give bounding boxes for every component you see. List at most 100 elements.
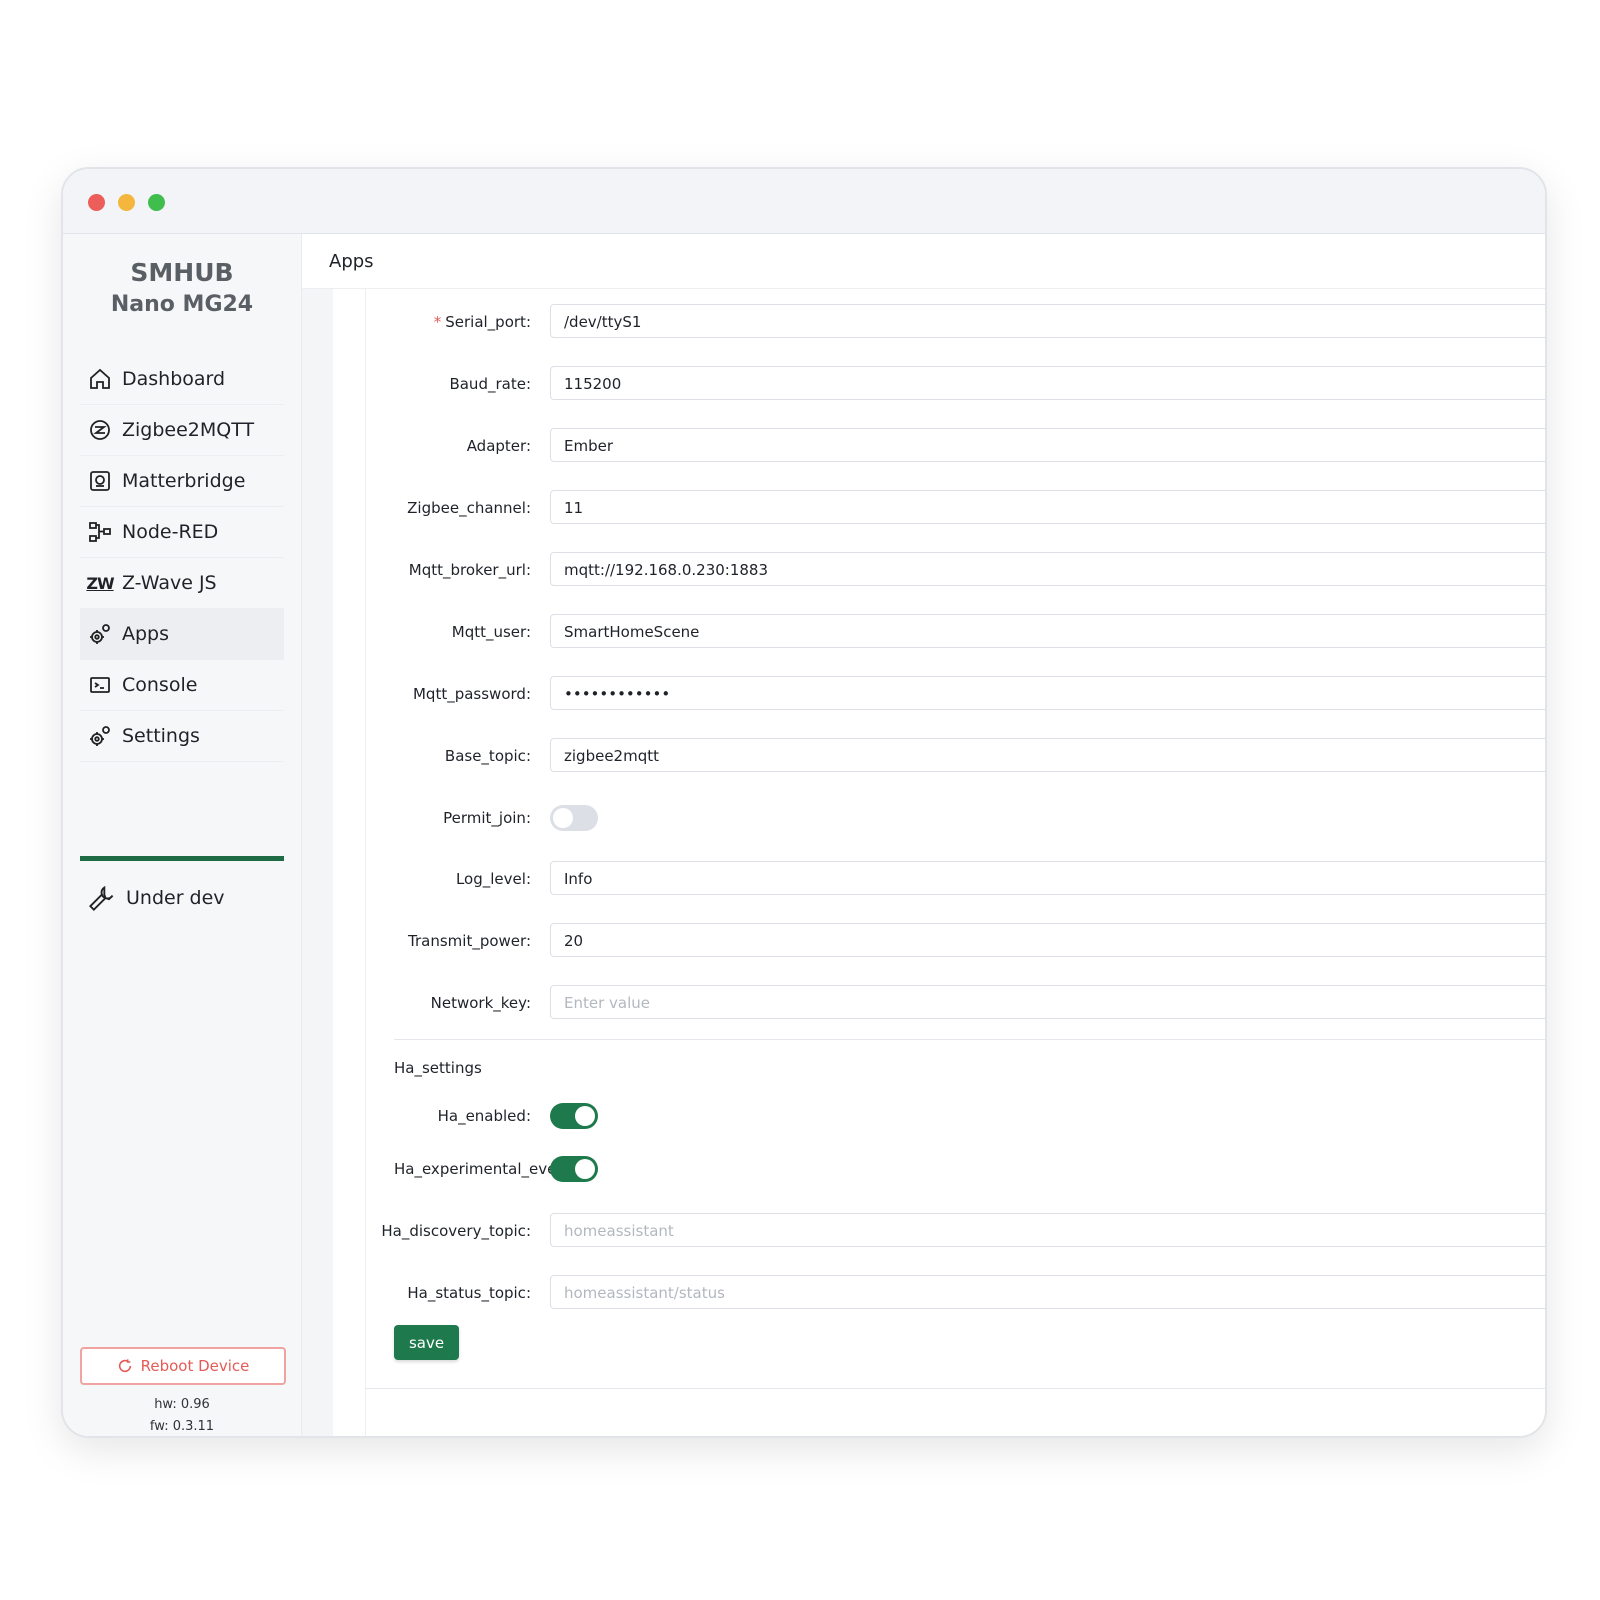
- form-row-adapter: Adapter: Ember: [302, 428, 1545, 464]
- close-window-button[interactable]: [88, 194, 105, 211]
- baud-rate-label: Baud_rate: [449, 375, 526, 393]
- baud-rate-input[interactable]: 115200: [550, 366, 1545, 400]
- network-key-input[interactable]: Enter value: [550, 985, 1545, 1019]
- form-row-permit-join: Permit_join:: [302, 800, 1545, 836]
- transmit-power-label: Transmit_power: [408, 932, 526, 950]
- field-label: Mqtt_broker_url:: [408, 561, 531, 579]
- mqtt-password-input[interactable]: ••••••••••••: [550, 676, 1545, 710]
- transmit-power-input[interactable]: 20: [550, 923, 1545, 957]
- wrench-icon: [88, 884, 116, 912]
- sidebar-item-label: Dashboard: [122, 368, 226, 390]
- zwave-icon: ZW: [86, 573, 114, 593]
- field-label: Ha_experimental_even: [394, 1151, 566, 1187]
- field-label: Ha_discovery_topic:: [381, 1222, 531, 1240]
- field-label: Zigbee_channel:: [407, 499, 531, 517]
- toggle-knob: [553, 808, 573, 828]
- mqtt-password-label: Mqtt_password: [412, 685, 526, 703]
- sidebar-item-matterbridge[interactable]: Matterbridge: [80, 456, 284, 507]
- sidebar-item-under-dev[interactable]: Under dev: [80, 874, 284, 922]
- ha-status-topic-input[interactable]: homeassistant/status: [550, 1275, 1545, 1309]
- brand-model: Nano MG24: [110, 292, 254, 317]
- sidebar-item-label: Zigbee2MQTT: [122, 419, 255, 441]
- required-marker: *: [433, 313, 442, 331]
- form-row-log-level: Log_level: Info: [302, 861, 1545, 897]
- sidebar-item-zigbee2mqtt[interactable]: Zigbee2MQTT: [80, 405, 284, 456]
- form-row-mqtt-broker-url: Mqtt_broker_url: mqtt://192.168.0.230:18…: [302, 552, 1545, 588]
- permit-join-toggle[interactable]: [550, 805, 598, 831]
- form-row-base-topic: Base_topic: zigbee2mqtt: [302, 738, 1545, 774]
- zigbee-icon: [88, 418, 112, 442]
- sidebar-item-settings[interactable]: Settings: [80, 711, 284, 762]
- reboot-device-button[interactable]: Reboot Device: [80, 1347, 286, 1385]
- node-red-icon: [88, 520, 112, 544]
- ha-discovery-topic-label: Ha_discovery_topic: [381, 1222, 526, 1240]
- field-label: Adapter:: [466, 437, 531, 455]
- sidebar-item-label: Node-RED: [122, 521, 219, 543]
- field-label: Ha_status_topic:: [407, 1284, 531, 1302]
- ha-enabled-label: Ha_enabled: [437, 1107, 526, 1125]
- ha-discovery-topic-input[interactable]: homeassistant: [550, 1213, 1545, 1247]
- form-row-mqtt-user: Mqtt_user: SmartHomeScene: [302, 614, 1545, 650]
- zigbee-channel-input[interactable]: 11: [550, 490, 1545, 524]
- field-label: Base_topic:: [444, 747, 531, 765]
- serial-port-input[interactable]: /dev/ttyS1: [550, 304, 1545, 338]
- adapter-label: Adapter: [466, 437, 526, 455]
- base-topic-input[interactable]: zigbee2mqtt: [550, 738, 1545, 772]
- form-row-mqtt-password: Mqtt_password: ••••••••••••: [302, 676, 1545, 712]
- sidebar-item-console[interactable]: Console: [80, 660, 284, 711]
- sidebar-item-label: Apps: [122, 623, 170, 645]
- mqtt-broker-url-label: Mqtt_broker_url: [408, 561, 526, 579]
- form-bottom-border: [366, 1388, 1545, 1389]
- zigbee-channel-label: Zigbee_channel: [407, 499, 526, 517]
- field-label: Permit_join:: [443, 809, 531, 827]
- console-icon: [88, 673, 112, 697]
- sidebar-item-label: Matterbridge: [122, 470, 246, 492]
- hardware-version: hw: 0.96: [154, 1397, 210, 1412]
- form-row-baud-rate: Baud_rate: 115200: [302, 366, 1545, 402]
- sidebar: SMHUB Nano MG24 Dashboard Zigbee2MQTT Ma…: [63, 234, 302, 1436]
- sidebar-item-node-red[interactable]: Node-RED: [80, 507, 284, 558]
- sidebar-item-label: Console: [122, 674, 198, 696]
- form-row-ha-status-topic: Ha_status_topic: homeassistant/status: [302, 1275, 1545, 1311]
- toggle-knob: [575, 1159, 595, 1179]
- refresh-icon: [117, 1358, 133, 1374]
- sidebar-item-dashboard[interactable]: Dashboard: [80, 354, 284, 405]
- log-level-label: Log_level: [455, 870, 526, 888]
- save-button[interactable]: save: [394, 1325, 459, 1360]
- sidebar-item-apps[interactable]: Apps: [80, 609, 284, 660]
- ha-experimental-toggle[interactable]: [550, 1156, 598, 1182]
- mqtt-user-input[interactable]: SmartHomeScene: [550, 614, 1545, 648]
- minimize-window-button[interactable]: [118, 194, 135, 211]
- form-row-ha-enabled: Ha_enabled:: [302, 1098, 1545, 1134]
- sidebar-item-label: Settings: [122, 725, 200, 747]
- sidebar-item-zwave-js[interactable]: ZW Z-Wave JS: [80, 558, 284, 609]
- field-label: Mqtt_password:: [412, 685, 531, 703]
- under-dev-label: Under dev: [126, 887, 225, 909]
- adapter-select[interactable]: Ember: [550, 428, 1545, 462]
- field-label: Log_level:: [455, 870, 531, 888]
- ha-enabled-toggle[interactable]: [550, 1103, 598, 1129]
- field-label: * Serial_port:: [433, 313, 531, 331]
- base-topic-label: Base_topic: [444, 747, 526, 765]
- form-row-serial-port: * Serial_port: /dev/ttyS1: [302, 304, 1545, 340]
- permit-join-label: Permit_join: [443, 809, 526, 827]
- maximize-window-button[interactable]: [148, 194, 165, 211]
- settings-gear-icon: [88, 724, 112, 748]
- field-label: Baud_rate:: [449, 375, 531, 393]
- serial-port-label: Serial_port: [445, 313, 526, 331]
- sidebar-nav: Dashboard Zigbee2MQTT Matterbridge Node-…: [80, 354, 284, 762]
- page-title: Apps: [302, 234, 1545, 289]
- mqtt-broker-url-input[interactable]: mqtt://192.168.0.230:1883: [550, 552, 1545, 586]
- apps-gear-icon: [88, 622, 112, 646]
- form-row-transmit-power: Transmit_power: 20: [302, 923, 1545, 959]
- reboot-label: Reboot Device: [140, 1357, 250, 1375]
- form-row-ha-discovery-topic: Ha_discovery_topic: homeassistant: [302, 1213, 1545, 1249]
- ha-settings-title: Ha_settings: [394, 1059, 482, 1077]
- field-label: Ha_enabled:: [437, 1107, 531, 1125]
- firmware-version: fw: 0.3.11: [149, 1419, 215, 1434]
- log-level-select[interactable]: Info: [550, 861, 1545, 895]
- toggle-knob: [575, 1106, 595, 1126]
- title-bar: [63, 169, 1545, 234]
- field-label: Transmit_power:: [408, 932, 531, 950]
- brand-name: SMHUB: [130, 258, 234, 287]
